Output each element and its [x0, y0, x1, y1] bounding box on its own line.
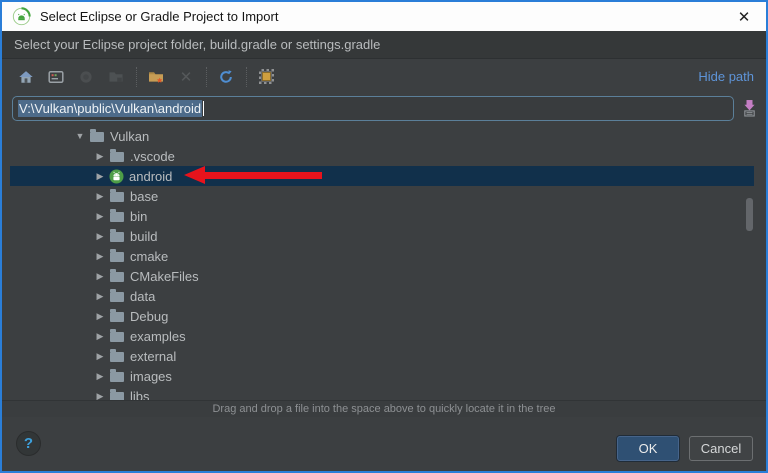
android-studio-icon	[12, 7, 31, 26]
folder-icon	[90, 132, 104, 142]
folder-icon	[110, 212, 124, 222]
tree-row-data[interactable]: ▶ data	[10, 286, 754, 306]
close-icon[interactable]: ✕	[722, 2, 766, 31]
chevron-right-icon[interactable]: ▶	[92, 311, 108, 322]
button-group: OK Cancel	[617, 436, 753, 461]
tree-row-android[interactable]: ▶ android	[10, 166, 754, 186]
tree-row-vulkan[interactable]: ▼ Vulkan	[10, 126, 754, 146]
arrow-head	[184, 166, 205, 184]
folder-icon	[110, 372, 124, 382]
tree-row-images[interactable]: ▶ images	[10, 366, 754, 386]
annotation-arrow-icon	[184, 166, 322, 184]
tree-row-debug[interactable]: ▶ Debug	[10, 306, 754, 326]
new-folder-icon[interactable]	[144, 65, 168, 89]
drag-drop-hint: Drag and drop a file into the space abov…	[2, 400, 766, 417]
folder-icon	[110, 312, 124, 322]
tree-item-label: data	[130, 289, 155, 304]
android-project-icon	[109, 169, 124, 184]
tree-item-label: Vulkan	[110, 129, 149, 144]
tree-item-label: build	[130, 229, 157, 244]
chevron-right-icon[interactable]: ▶	[92, 171, 108, 182]
desktop-icon[interactable]	[44, 65, 68, 89]
tree-row-vscode[interactable]: ▶ .vscode	[10, 146, 754, 166]
tree-item-label: Debug	[130, 309, 168, 324]
tree-row-base[interactable]: ▶ base	[10, 186, 754, 206]
hide-path-link[interactable]: Hide path	[698, 59, 754, 94]
folder-icon	[110, 272, 124, 282]
folder-icon	[110, 192, 124, 202]
folder-icon	[110, 292, 124, 302]
dialog-title: Select Eclipse or Gradle Project to Impo…	[40, 9, 722, 24]
tree-row-examples[interactable]: ▶ examples	[10, 326, 754, 346]
title-bar: Select Eclipse or Gradle Project to Impo…	[2, 2, 766, 31]
folder-icon	[110, 352, 124, 362]
chevron-right-icon[interactable]: ▶	[92, 251, 108, 262]
tree-row-bin[interactable]: ▶ bin	[10, 206, 754, 226]
show-hidden-files-icon[interactable]	[254, 65, 278, 89]
chevron-right-icon[interactable]: ▶	[92, 191, 108, 202]
arrow-shaft	[205, 172, 322, 179]
import-project-dialog: Select Eclipse or Gradle Project to Impo…	[0, 0, 768, 473]
tree-item-label: android	[129, 169, 172, 184]
help-icon[interactable]: ?	[16, 431, 41, 456]
file-chooser-toolbar: ✕ Hide path	[2, 59, 766, 94]
tree-row-cmakefiles[interactable]: ▶ CMakeFiles	[10, 266, 754, 286]
dialog-subtitle: Select your Eclipse project folder, buil…	[2, 31, 766, 59]
delete-icon[interactable]: ✕	[174, 65, 198, 89]
chevron-right-icon[interactable]: ▶	[92, 151, 108, 162]
home-icon[interactable]	[14, 65, 38, 89]
chevron-right-icon[interactable]: ▶	[92, 271, 108, 282]
chevron-down-icon[interactable]: ▼	[72, 131, 88, 141]
tree-item-label: examples	[130, 329, 186, 344]
folder-icon	[110, 232, 124, 242]
tree-row-build[interactable]: ▶ build	[10, 226, 754, 246]
chevron-right-icon[interactable]: ▶	[92, 211, 108, 222]
folder-icon	[110, 252, 124, 262]
path-input[interactable]: V:\Vulkan\public\Vulkan\android	[12, 96, 734, 121]
dialog-footer: ? OK Cancel	[2, 417, 766, 471]
module-icon[interactable]	[74, 65, 98, 89]
cancel-button[interactable]: Cancel	[689, 436, 753, 461]
scrollbar-thumb[interactable]	[746, 198, 753, 231]
toolbar-separator	[206, 67, 207, 87]
chevron-right-icon[interactable]: ▶	[92, 371, 108, 382]
path-input-row: V:\Vulkan\public\Vulkan\android	[2, 94, 766, 124]
toolbar-separator	[246, 67, 247, 87]
toolbar-separator	[136, 67, 137, 87]
tree-row-external[interactable]: ▶ external	[10, 346, 754, 366]
file-tree: ▼ Vulkan ▶ .vscode ▶ android ▶ base	[2, 124, 766, 400]
tree-row-libs[interactable]: ▶ libs	[10, 386, 754, 400]
refresh-icon[interactable]	[214, 65, 238, 89]
chevron-right-icon[interactable]: ▶	[92, 331, 108, 342]
folder-icon	[110, 152, 124, 162]
chevron-right-icon[interactable]: ▶	[92, 391, 108, 401]
chevron-right-icon[interactable]: ▶	[92, 231, 108, 242]
paste-history-icon[interactable]	[740, 97, 758, 119]
path-input-value: V:\Vulkan\public\Vulkan\android	[18, 100, 202, 117]
tree-row-cmake[interactable]: ▶ cmake	[10, 246, 754, 266]
ok-button[interactable]: OK	[617, 436, 679, 461]
tree-item-label: base	[130, 189, 158, 204]
chevron-right-icon[interactable]: ▶	[92, 351, 108, 362]
parent-folder-icon[interactable]	[104, 65, 128, 89]
tree-item-label: CMakeFiles	[130, 269, 199, 284]
text-caret	[203, 101, 204, 116]
tree-item-label: cmake	[130, 249, 168, 264]
tree-item-label: .vscode	[130, 149, 175, 164]
tree-item-label: external	[130, 349, 176, 364]
chevron-right-icon[interactable]: ▶	[92, 291, 108, 302]
tree-item-label: bin	[130, 209, 147, 224]
folder-icon	[110, 332, 124, 342]
tree-item-label: images	[130, 369, 172, 384]
tree-item-label: libs	[130, 389, 150, 401]
folder-icon	[110, 392, 124, 401]
